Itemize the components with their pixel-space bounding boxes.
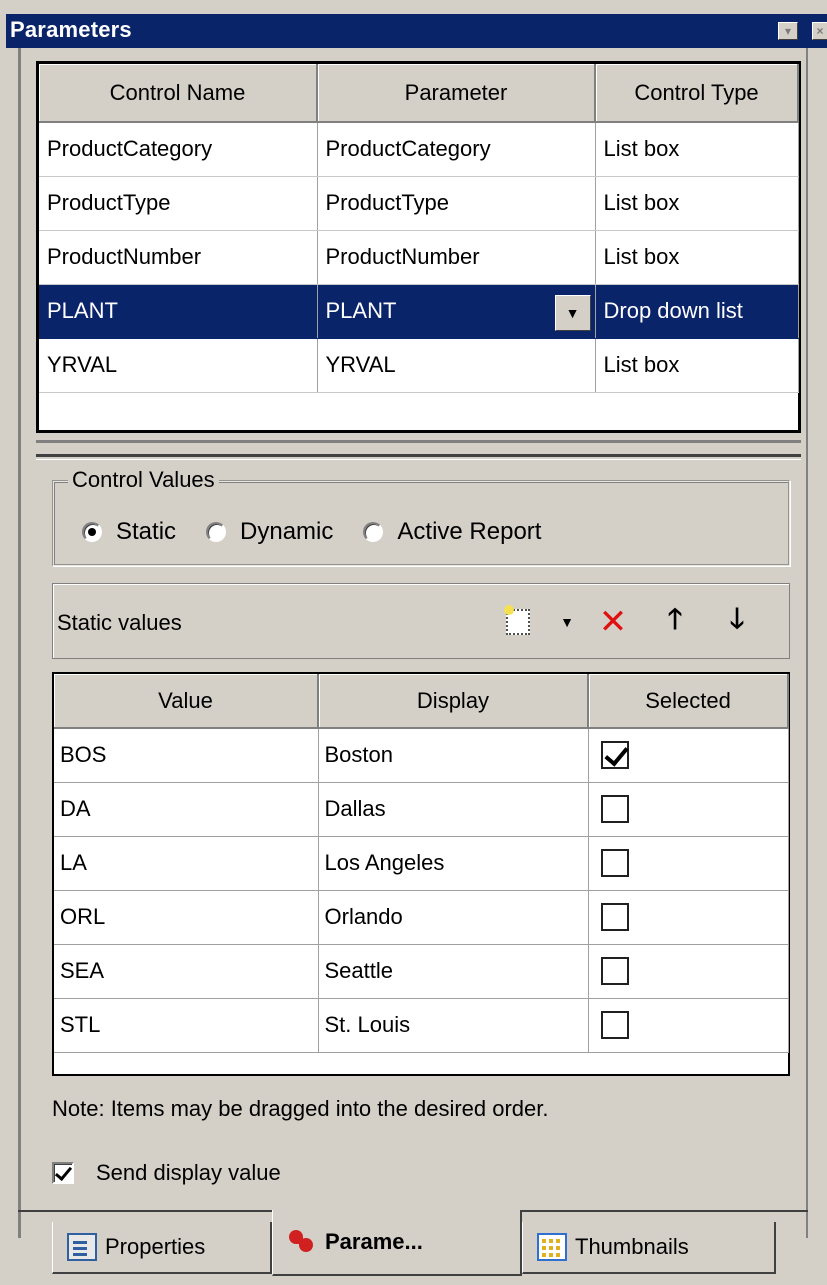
radio-dynamic[interactable]: Dynamic [206, 518, 333, 546]
control-type-cell[interactable]: List box [595, 122, 799, 177]
parameter-dropdown-button[interactable]: ▼ [554, 294, 591, 331]
display-cell[interactable]: Dallas [318, 782, 589, 837]
table-row[interactable]: DA Dallas [54, 782, 789, 837]
control-values-legend: Control Values [68, 467, 219, 493]
parameter-cell[interactable]: ProductType [317, 176, 596, 231]
display-cell[interactable]: Orlando [318, 890, 589, 945]
display-cell[interactable]: Boston [318, 728, 589, 783]
selected-checkbox[interactable] [600, 957, 629, 986]
selected-checkbox[interactable] [600, 795, 629, 824]
control-name-cell[interactable]: ProductNumber [39, 230, 318, 285]
control-values-group: Control Values Static Dynamic Active Rep… [52, 467, 790, 566]
control-name-cell[interactable]: YRVAL [39, 338, 318, 393]
display-cell[interactable]: St. Louis [318, 998, 589, 1053]
panel-title: Parameters [10, 17, 132, 42]
value-cell[interactable]: ORL [54, 890, 319, 945]
tab-properties[interactable]: Properties [52, 1222, 272, 1274]
control-type-cell[interactable]: Drop down list [595, 284, 799, 339]
panel-splitter[interactable] [36, 440, 801, 460]
dropdown-caret-icon[interactable]: ▼ [559, 604, 575, 640]
table-row[interactable]: SEA Seattle [54, 944, 789, 999]
table-row[interactable]: BOS Boston [54, 728, 789, 783]
column-header-parameter[interactable]: Parameter [317, 64, 596, 123]
close-icon[interactable]: × [812, 22, 827, 40]
table-row[interactable]: YRVAL YRVAL List box [39, 338, 799, 393]
tab-parameters[interactable]: Parame... [272, 1210, 522, 1276]
radio-button-icon[interactable] [206, 522, 227, 542]
static-values-grid: Value Display Selected BOS Boston DA Dal… [52, 672, 790, 1076]
column-header-value[interactable]: Value [54, 674, 319, 729]
new-value-icon[interactable] [501, 604, 535, 640]
radio-active-report[interactable]: Active Report [363, 518, 541, 546]
parameter-cell[interactable]: PLANT ▼ [317, 284, 596, 339]
selected-cell [588, 836, 789, 891]
value-cell[interactable]: BOS [54, 728, 319, 783]
tab-label: Properties [105, 1234, 206, 1259]
radio-label: Static [116, 518, 177, 545]
value-cell[interactable]: STL [54, 998, 319, 1053]
static-values-label: Static values [57, 610, 182, 635]
title-bar: Parameters ▾ × [6, 14, 827, 48]
drag-order-note: Note: Items may be dragged into the desi… [52, 1096, 549, 1121]
column-header-selected[interactable]: Selected [588, 674, 789, 729]
controls-grid: Control Name Parameter Control Type Prod… [36, 61, 801, 433]
value-cell[interactable]: SEA [54, 944, 319, 999]
table-row-selected[interactable]: PLANT PLANT ▼ Drop down list [39, 284, 799, 339]
control-type-cell[interactable]: List box [595, 338, 799, 393]
panel-left-border [18, 48, 21, 1238]
control-name-cell[interactable]: PLANT [39, 284, 318, 339]
panel-right-border [806, 48, 808, 1238]
panel-menu-button[interactable]: ▾ [778, 22, 798, 40]
radio-button-icon[interactable] [363, 522, 384, 542]
column-header-display[interactable]: Display [318, 674, 589, 729]
control-name-cell[interactable]: ProductType [39, 176, 318, 231]
selected-cell [588, 782, 789, 837]
move-up-icon[interactable]: 🡑 [661, 603, 689, 640]
move-down-icon[interactable]: 🡓 [723, 603, 751, 640]
delete-icon[interactable]: ✕ [597, 603, 629, 641]
selected-checkbox[interactable] [600, 1011, 629, 1040]
static-values-toolbar: Static values ▼ ✕ 🡑 🡓 [52, 583, 790, 659]
parameter-cell[interactable]: YRVAL [317, 338, 596, 393]
column-header-control-type[interactable]: Control Type [595, 64, 799, 123]
parameter-cell[interactable]: ProductCategory [317, 122, 596, 177]
parameters-panel: Parameters ▾ × Control Name Parameter Co… [0, 0, 827, 1285]
table-row[interactable]: ProductNumber ProductNumber List box [39, 230, 799, 285]
tab-label: Parame... [325, 1229, 423, 1254]
column-header-control-name[interactable]: Control Name [39, 64, 318, 123]
send-display-value-checkbox[interactable] [52, 1162, 74, 1184]
tab-label: Thumbnails [575, 1234, 689, 1259]
table-row[interactable]: ProductType ProductType List box [39, 176, 799, 231]
send-display-value-label: Send display value [96, 1160, 281, 1185]
radio-button-icon[interactable] [82, 522, 102, 542]
table-row[interactable]: LA Los Angeles [54, 836, 789, 891]
control-name-cell[interactable]: ProductCategory [39, 122, 318, 177]
selected-checkbox[interactable] [600, 741, 629, 770]
radio-static[interactable]: Static [82, 518, 176, 546]
display-cell[interactable]: Los Angeles [318, 836, 589, 891]
selected-cell [588, 728, 789, 783]
selected-cell [588, 998, 789, 1053]
radio-label: Dynamic [240, 518, 334, 545]
table-row[interactable]: ORL Orlando [54, 890, 789, 945]
value-cell[interactable]: DA [54, 782, 319, 837]
tab-thumbnails[interactable]: Thumbnails [522, 1222, 776, 1274]
parameters-icon [287, 1228, 317, 1256]
display-cell[interactable]: Seattle [318, 944, 589, 999]
radio-label: Active Report [397, 518, 542, 545]
table-row[interactable]: STL St. Louis [54, 998, 789, 1053]
value-cell[interactable]: LA [54, 836, 319, 891]
selected-checkbox[interactable] [600, 849, 629, 878]
table-row[interactable]: ProductCategory ProductCategory List box [39, 122, 799, 177]
parameter-value: PLANT [325, 298, 397, 323]
thumbnails-icon [537, 1233, 567, 1261]
properties-icon [67, 1233, 97, 1261]
control-type-cell[interactable]: List box [595, 176, 799, 231]
send-display-value-option[interactable]: Send display value [52, 1160, 281, 1186]
control-type-cell[interactable]: List box [595, 230, 799, 285]
parameter-cell[interactable]: ProductNumber [317, 230, 596, 285]
selected-cell [588, 890, 789, 945]
selected-cell [588, 944, 789, 999]
selected-checkbox[interactable] [600, 903, 629, 932]
